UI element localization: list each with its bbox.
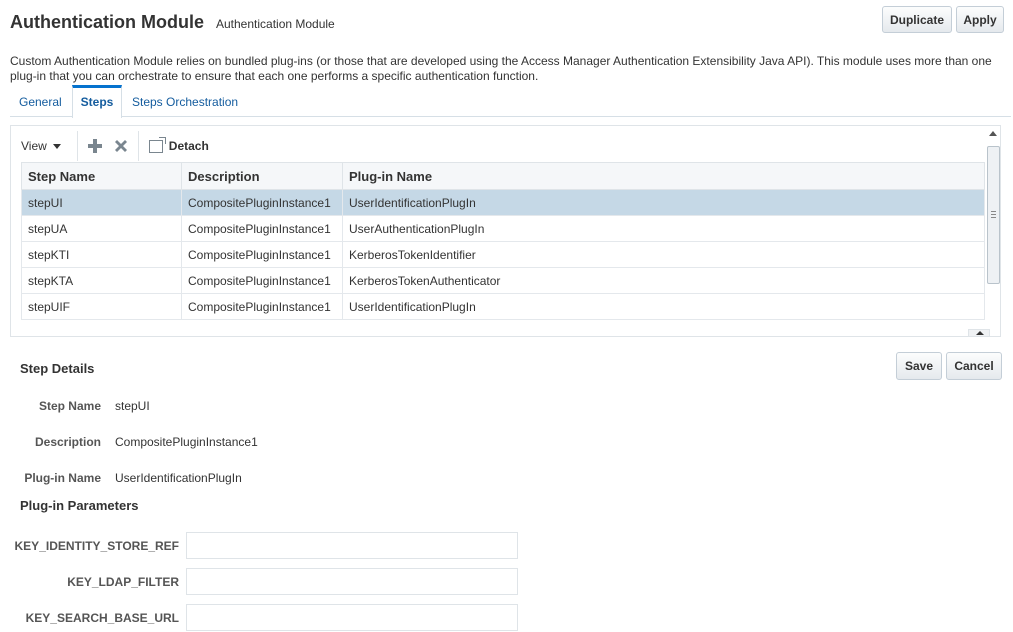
table-row[interactable]: stepKTA CompositePluginInstance1 Kerbero… [21, 267, 985, 294]
plugin-name-label: Plug-in Name [24, 471, 101, 485]
cell-description: CompositePluginInstance1 [181, 241, 343, 268]
cell-step-name: stepUA [21, 215, 182, 242]
cell-plugin-name: UserIdentificationPlugIn [342, 293, 985, 320]
step-name-label: Step Name [38, 399, 101, 413]
scroll-up-icon[interactable] [989, 131, 997, 136]
cancel-button[interactable]: Cancel [946, 352, 1002, 380]
cell-plugin-name: KerberosTokenIdentifier [342, 241, 985, 268]
search-base-url-input[interactable] [186, 604, 518, 631]
table-row[interactable]: stepUA CompositePluginInstance1 UserAuth… [21, 215, 985, 242]
vertical-scrollbar[interactable] [986, 126, 1001, 336]
page-subtitle: Authentication Module [215, 17, 335, 31]
chevron-down-icon [52, 143, 61, 149]
duplicate-button[interactable]: Duplicate [882, 6, 952, 33]
step-name-value: stepUI [115, 399, 150, 413]
description-value: CompositePluginInstance1 [115, 435, 258, 449]
cell-step-name: stepKTA [21, 267, 182, 294]
ldap-filter-label: KEY_LDAP_FILTER [67, 575, 179, 589]
tab-general[interactable]: General [19, 85, 62, 117]
save-button[interactable]: Save [896, 352, 942, 380]
view-menu-label: View [21, 139, 47, 153]
table-header-row: Step Name Description Plug-in Name [21, 162, 985, 190]
plugin-name-value: UserIdentificationPlugIn [115, 471, 242, 485]
toolbar-divider [76, 131, 78, 161]
table-row[interactable]: stepKTI CompositePluginInstance1 Kerbero… [21, 241, 985, 268]
cell-plugin-name: KerberosTokenAuthenticator [342, 267, 985, 294]
cell-plugin-name: UserIdentificationPlugIn [342, 189, 985, 216]
close-icon[interactable] [108, 133, 134, 159]
cell-description: CompositePluginInstance1 [181, 189, 343, 216]
identity-store-ref-label: KEY_IDENTITY_STORE_REF [14, 539, 179, 553]
plugin-parameters-title: Plug-in Parameters [20, 498, 139, 513]
plus-icon[interactable] [82, 133, 108, 159]
column-header-description[interactable]: Description [181, 162, 343, 190]
identity-store-ref-input[interactable] [186, 532, 518, 559]
table-row[interactable]: stepUI CompositePluginInstance1 UserIden… [21, 189, 985, 216]
cell-description: CompositePluginInstance1 [181, 293, 343, 320]
page-header: Authentication Module Authentication Mod… [10, 12, 335, 33]
steps-table: Step Name Description Plug-in Name stepU… [21, 162, 985, 320]
cell-description: CompositePluginInstance1 [181, 215, 343, 242]
tab-bar: General Steps Steps Orchestration [10, 85, 1011, 118]
cell-step-name: stepUI [21, 189, 182, 216]
view-menu[interactable]: View [21, 139, 73, 153]
tab-steps-orchestration[interactable]: Steps Orchestration [132, 85, 238, 117]
cell-description: CompositePluginInstance1 [181, 267, 343, 294]
steps-table-panel: View Detach Step Name Description Plug-i… [10, 125, 1001, 337]
cell-step-name: stepKTI [21, 241, 182, 268]
column-header-plugin-name[interactable]: Plug-in Name [342, 162, 985, 190]
table-toolbar: View Detach [21, 131, 209, 161]
toolbar-divider [137, 131, 139, 161]
cell-step-name: stepUIF [21, 293, 182, 320]
page-title: Authentication Module [10, 12, 204, 32]
module-description: Custom Authentication Module relies on b… [10, 54, 992, 83]
column-header-step-name[interactable]: Step Name [21, 162, 182, 190]
search-base-url-label: KEY_SEARCH_BASE_URL [25, 611, 179, 625]
cell-plugin-name: UserAuthenticationPlugIn [342, 215, 985, 242]
apply-button[interactable]: Apply [956, 6, 1004, 33]
grip-icon [991, 211, 996, 218]
step-details-title: Step Details [20, 361, 95, 376]
collapse-handle[interactable] [968, 329, 990, 337]
detach-label: Detach [168, 139, 209, 153]
scrollbar-thumb[interactable] [987, 146, 1000, 284]
detach-button[interactable]: Detach [148, 136, 209, 153]
detach-icon [148, 136, 166, 153]
ldap-filter-input[interactable] [186, 568, 518, 595]
table-row[interactable]: stepUIF CompositePluginInstance1 UserIde… [21, 293, 985, 320]
tab-steps[interactable]: Steps [72, 85, 122, 118]
description-label: Description [34, 435, 101, 449]
